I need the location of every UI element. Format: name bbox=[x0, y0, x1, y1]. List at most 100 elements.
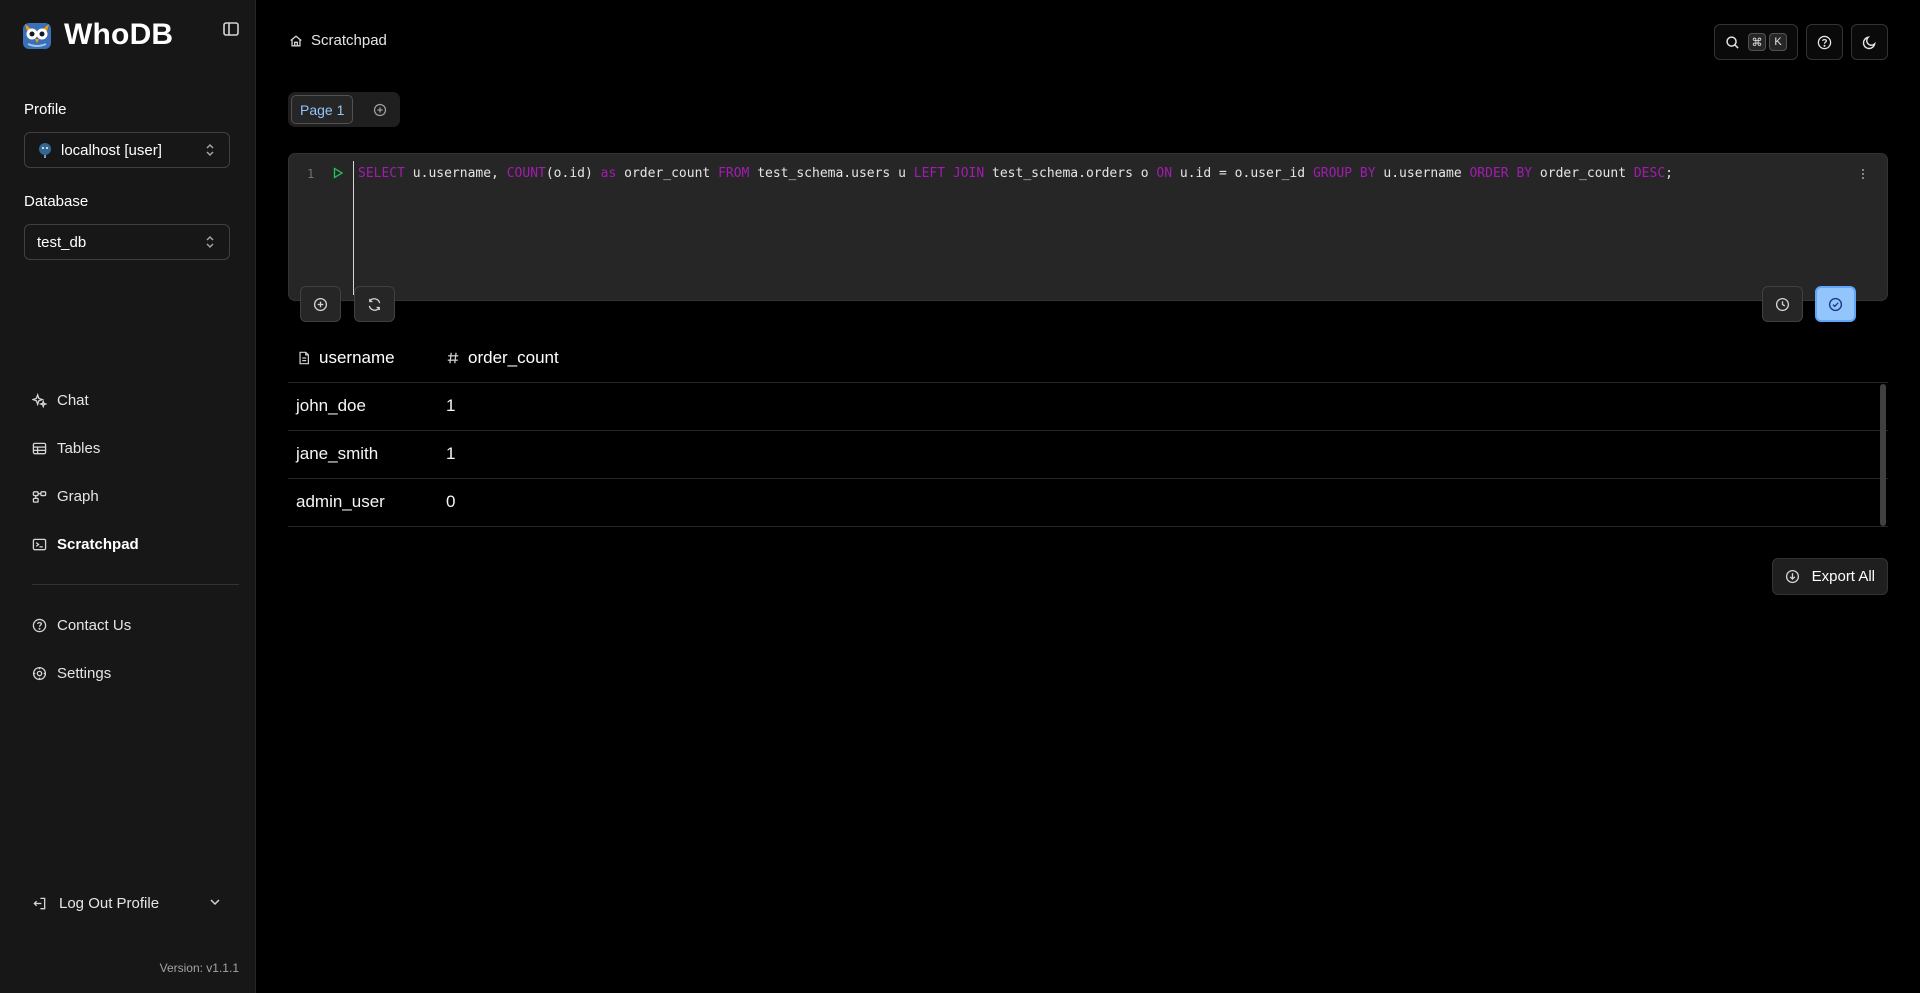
sidebar-item-label: Graph bbox=[57, 487, 99, 505]
sql-text: ; bbox=[1665, 166, 1673, 181]
help-circle-icon bbox=[1817, 35, 1832, 50]
table-header: username order_count bbox=[288, 338, 1888, 383]
clock-icon bbox=[1775, 297, 1790, 312]
command-search-button[interactable]: ⌘ K bbox=[1714, 24, 1798, 60]
owl-logo-icon bbox=[22, 20, 52, 50]
theme-toggle-button[interactable] bbox=[1851, 24, 1888, 60]
sidebar-item-tables[interactable]: Tables bbox=[32, 436, 100, 460]
add-cell-button[interactable] bbox=[300, 286, 341, 322]
sql-text: test_schema.users u bbox=[749, 166, 914, 181]
sql-text: u.username, bbox=[404, 166, 507, 181]
chevron-down-icon[interactable] bbox=[208, 895, 222, 909]
logout-label: Log Out Profile bbox=[59, 894, 160, 912]
cell-order-count[interactable]: 1 bbox=[446, 444, 455, 464]
more-vertical-icon[interactable] bbox=[1857, 168, 1869, 180]
chevron-up-down-icon bbox=[203, 235, 217, 249]
gear-icon bbox=[32, 666, 47, 681]
moon-icon bbox=[1862, 35, 1877, 50]
sql-keyword: FROM bbox=[718, 166, 750, 181]
sidebar-item-graph[interactable]: Graph bbox=[32, 484, 99, 508]
sidebar-item-label: Chat bbox=[57, 391, 89, 409]
cell-order-count[interactable]: 0 bbox=[446, 492, 455, 512]
sql-keyword: ORDER BY bbox=[1469, 166, 1533, 181]
app-name: WhoDB bbox=[64, 18, 174, 51]
table-row[interactable]: john_doe 1 bbox=[288, 383, 1888, 431]
page-tabs: Page 1 bbox=[288, 92, 400, 127]
postgres-icon bbox=[37, 142, 53, 158]
profile-select[interactable]: localhost [user] bbox=[24, 132, 230, 168]
shortcut-key: K bbox=[1769, 33, 1787, 51]
top-actions: ⌘ K bbox=[1714, 24, 1888, 60]
sparkles-icon bbox=[32, 392, 47, 408]
refresh-button[interactable] bbox=[354, 286, 395, 322]
database-select[interactable]: test_db bbox=[24, 224, 230, 260]
sql-keyword: SELECT bbox=[358, 166, 405, 181]
sql-text: order_count bbox=[616, 166, 719, 181]
sql-text: (o.id) bbox=[545, 166, 601, 181]
sql-keyword: GROUP BY bbox=[1312, 166, 1376, 181]
sql-code-line[interactable]: SELECT u.username, COUNT(o.id) as order_… bbox=[358, 166, 1673, 181]
version-text: Version: v1.1.1 bbox=[159, 961, 239, 975]
sidebar-divider bbox=[32, 584, 239, 585]
sql-text: u.username bbox=[1375, 166, 1470, 181]
sql-text: order_count bbox=[1532, 166, 1634, 181]
keyboard-shortcut: ⌘ K bbox=[1748, 33, 1787, 51]
sidebar: WhoDB Profile localhost [user] Database … bbox=[0, 0, 256, 993]
table-scrollbar[interactable] bbox=[1880, 384, 1886, 526]
breadcrumb-current: Scratchpad bbox=[311, 32, 387, 49]
sql-keyword: COUNT bbox=[506, 166, 546, 181]
logout-button[interactable]: Log Out Profile bbox=[32, 891, 222, 915]
cell-order-count[interactable]: 1 bbox=[446, 396, 455, 416]
sidebar-item-chat[interactable]: Chat bbox=[32, 388, 89, 412]
editor-cursor-line bbox=[353, 161, 354, 295]
column-name: username bbox=[319, 348, 395, 367]
database-value: test_db bbox=[37, 233, 87, 251]
table-row[interactable]: admin_user 0 bbox=[288, 479, 1888, 527]
sidebar-item-settings[interactable]: Settings bbox=[32, 661, 111, 685]
chevron-up-down-icon bbox=[203, 143, 217, 157]
sidebar-item-contact-us[interactable]: Contact Us bbox=[32, 613, 131, 637]
sql-text: u.id = o.user_id bbox=[1172, 166, 1313, 181]
table-icon bbox=[32, 441, 47, 456]
column-name: order_count bbox=[468, 348, 559, 367]
tab-page-1[interactable]: Page 1 bbox=[291, 95, 354, 124]
shortcut-key: ⌘ bbox=[1748, 33, 1766, 51]
cell-username[interactable]: john_doe bbox=[296, 396, 366, 416]
terminal-icon bbox=[32, 537, 47, 552]
sidebar-item-label: Scratchpad bbox=[57, 535, 139, 553]
sidebar-toggle-icon[interactable] bbox=[222, 20, 244, 42]
app-logo[interactable]: WhoDB bbox=[22, 18, 173, 52]
sql-keyword: LEFT JOIN bbox=[913, 166, 985, 181]
search-icon bbox=[1725, 35, 1740, 50]
column-header-username[interactable]: username bbox=[297, 348, 395, 368]
sidebar-item-label: Settings bbox=[57, 664, 112, 682]
sidebar-item-label: Contact Us bbox=[57, 616, 132, 634]
sidebar-item-scratchpad[interactable]: Scratchpad bbox=[32, 532, 139, 556]
sql-keyword: as bbox=[600, 166, 617, 181]
profile-value: localhost [user] bbox=[61, 141, 162, 159]
run-query-button[interactable] bbox=[1815, 286, 1856, 322]
cell-username[interactable]: admin_user bbox=[296, 492, 385, 512]
check-circle-icon bbox=[1828, 297, 1843, 312]
sql-editor[interactable]: 1 SELECT u.username, COUNT(o.id) as orde… bbox=[288, 153, 1888, 301]
hash-icon bbox=[446, 351, 460, 365]
help-button[interactable] bbox=[1806, 24, 1843, 60]
refresh-icon bbox=[367, 297, 382, 312]
export-label: Export All bbox=[1811, 568, 1875, 585]
sidebar-item-label: Tables bbox=[57, 439, 101, 457]
download-icon bbox=[1785, 569, 1800, 584]
sql-text: test_schema.orders o bbox=[984, 166, 1157, 181]
run-line-icon[interactable] bbox=[332, 167, 344, 179]
column-header-order-count[interactable]: order_count bbox=[446, 348, 559, 368]
database-label: Database bbox=[24, 193, 89, 210]
line-number: 1 bbox=[307, 167, 315, 181]
history-button[interactable] bbox=[1762, 286, 1803, 322]
plus-circle-icon bbox=[313, 297, 328, 312]
home-icon[interactable] bbox=[289, 34, 303, 48]
text-file-icon bbox=[297, 351, 311, 365]
export-all-button[interactable]: Export All bbox=[1771, 558, 1888, 595]
add-page-icon[interactable] bbox=[373, 103, 387, 117]
table-row[interactable]: jane_smith 1 bbox=[288, 431, 1888, 479]
cell-username[interactable]: jane_smith bbox=[296, 444, 378, 464]
help-circle-icon bbox=[32, 618, 47, 633]
